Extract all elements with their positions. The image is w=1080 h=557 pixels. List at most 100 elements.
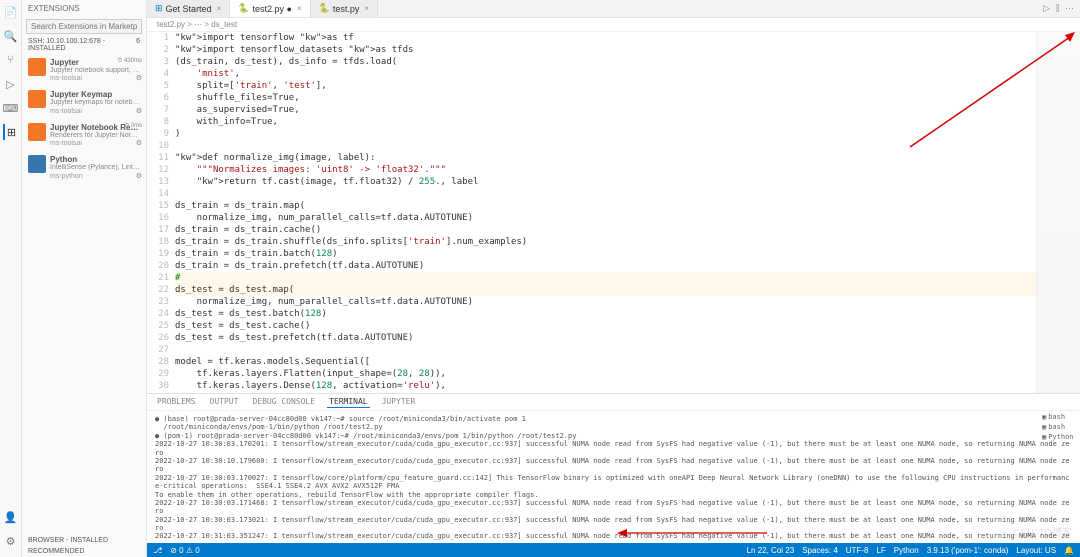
terminal-session[interactable]: ▣ bash: [1040, 412, 1080, 422]
extension-gear-icon[interactable]: ⚙: [136, 139, 142, 147]
activity-bar: 📄 🔍 ⑂ ▷ ⌨ ⊞ 👤 ⚙: [0, 0, 22, 557]
code-line[interactable]: "kw">import tensorflow "kw">as tf: [175, 32, 1080, 44]
code-line[interactable]: [175, 140, 1080, 152]
terminal-tab[interactable]: OUTPUT: [208, 396, 241, 408]
code-line[interactable]: tf.keras.layers.Dense(128, activation='r…: [175, 380, 1080, 392]
code-line[interactable]: normalize_img, num_parallel_calls=tf.dat…: [175, 212, 1080, 224]
status-item[interactable]: 3.9.13 ('pom-1': conda): [927, 546, 1009, 555]
split-editor-icon[interactable]: ⫿: [1056, 3, 1059, 14]
recommended-section[interactable]: RECOMMENDED: [22, 546, 146, 557]
extension-gear-icon[interactable]: ⚙: [136, 107, 142, 115]
editor-tab[interactable]: 🐍test.py×: [311, 0, 378, 17]
code-line[interactable]: ds_train = ds_train.cache(): [175, 224, 1080, 236]
status-item[interactable]: Ln 22, Col 23: [747, 546, 795, 555]
explorer-icon[interactable]: 📄: [3, 4, 19, 20]
run-debug-icon[interactable]: ▷: [3, 76, 19, 92]
editor-tab[interactable]: ⊞Get Started×: [147, 0, 230, 17]
terminal-panel: PROBLEMS OUTPUT DEBUG CONSOLE TERMINAL JUPYT…: [147, 393, 1080, 543]
terminal-line: 2022-10-27 10:30:03.170201: I tensorflow…: [155, 440, 1072, 457]
extension-publisher: ms-toolsai: [50, 75, 140, 82]
extension-item[interactable]: Python IntelliSense (Pylance), Linting, …: [22, 151, 146, 183]
code-line[interactable]: "kw">import tensorflow_datasets "kw">as …: [175, 44, 1080, 56]
extension-icon: [28, 90, 46, 108]
terminal-line: ● (pom-1) root@prada-server-04cc80d00 vk…: [155, 432, 1072, 440]
tab-label: Get Started: [166, 4, 212, 14]
status-item[interactable]: Layout: US: [1016, 546, 1056, 555]
extension-gear-icon[interactable]: ⚙: [136, 74, 142, 82]
code-line[interactable]: ds_test = ds_test.cache(): [175, 320, 1080, 332]
breadcrumb[interactable]: test2.py > ⋯ > ds_test: [147, 18, 1080, 32]
terminal-session[interactable]: ▣ Python: [1040, 432, 1080, 442]
code-line[interactable]: normalize_img, num_parallel_calls=tf.dat…: [175, 296, 1080, 308]
code-line[interactable]: with_info=True,: [175, 116, 1080, 128]
terminal-tab[interactable]: TERMINAL: [327, 396, 370, 408]
watermark: ©51CTO博客: [1013, 524, 1072, 539]
status-item[interactable]: Spaces: 4: [802, 546, 838, 555]
terminal-line: 2022-10-27 10:31:03.351247: I tensorflow…: [155, 532, 1072, 543]
extension-name: Jupyter Keymap: [50, 90, 140, 99]
status-item[interactable]: ⎇: [153, 546, 162, 555]
extension-gear-icon[interactable]: ⚙: [136, 172, 142, 180]
editor-tab[interactable]: 🐍test2.py ●×: [230, 0, 310, 17]
status-item[interactable]: LF: [876, 546, 885, 555]
extension-item[interactable]: Jupyter Jupyter notebook support, intera…: [22, 54, 146, 86]
close-icon[interactable]: ×: [297, 4, 302, 13]
python-icon: 🐍: [319, 3, 330, 14]
terminal-tab[interactable]: PROBLEMS: [155, 396, 198, 408]
extension-item[interactable]: Jupyter Keymap Jupyter keymaps for noteb…: [22, 86, 146, 118]
code-editor[interactable]: 1234567891011121314151617181920212223242…: [147, 32, 1080, 393]
installed-section[interactable]: SSH: 10.10.100.12:678 - INSTALLED6: [22, 36, 146, 54]
terminal-tab[interactable]: JUPYTER: [380, 396, 418, 408]
terminal-tab[interactable]: DEBUG CONSOLE: [250, 396, 317, 408]
status-item[interactable]: UTF-8: [846, 546, 869, 555]
search-icon[interactable]: 🔍: [3, 28, 19, 44]
code-line[interactable]: split=['train', 'test'],: [175, 80, 1080, 92]
code-line[interactable]: ds_train = ds_train.shuffle(ds_info.spli…: [175, 236, 1080, 248]
code-line[interactable]: ds_train = ds_train.prefetch(tf.data.AUT…: [175, 260, 1080, 272]
status-item[interactable]: 🔔: [1064, 546, 1074, 555]
extensions-sidebar: EXTENSIONS SSH: 10.10.100.12:678 - INSTA…: [22, 0, 147, 557]
minimap[interactable]: [1036, 32, 1080, 393]
gear-icon[interactable]: ⚙: [3, 533, 19, 549]
terminal-session[interactable]: ▣ bash: [1040, 422, 1080, 432]
status-item[interactable]: Python: [894, 546, 919, 555]
terminal-output[interactable]: ● (base) root@prada-server-04cc80d00 vk1…: [147, 411, 1080, 543]
code-line[interactable]: "kw">def normalize_img(image, label):: [175, 152, 1080, 164]
status-item[interactable]: ⊘ 0 ⚠ 0: [170, 546, 199, 555]
code-line[interactable]: ): [175, 128, 1080, 140]
extension-icon: [28, 58, 46, 76]
code-line[interactable]: tf.keras.layers.Flatten(input_shape=(28,…: [175, 368, 1080, 380]
code-line[interactable]: "kw">return tf.cast(image, tf.float32) /…: [175, 176, 1080, 188]
code-line[interactable]: ds_test = ds_test.map(: [175, 284, 1080, 296]
bash-icon: ▣: [1042, 423, 1046, 431]
extension-icon: [28, 123, 46, 141]
close-icon[interactable]: ×: [217, 4, 222, 13]
terminal-line: ● (base) root@prada-server-04cc80d00 vk1…: [155, 415, 1072, 423]
more-icon[interactable]: ⋯: [1065, 3, 1074, 14]
code-line[interactable]: ds_train = ds_train.batch(128): [175, 248, 1080, 260]
remote-icon[interactable]: ⌨: [3, 100, 19, 116]
extension-desc: Renderers for Jupyter Notebooks (w...: [50, 132, 140, 140]
code-line[interactable]: """Normalizes images: 'uint8' -> 'float3…: [175, 164, 1080, 176]
code-line[interactable]: [175, 344, 1080, 356]
code-line[interactable]: model = tf.keras.models.Sequential([: [175, 356, 1080, 368]
code-line[interactable]: ds_train = ds_train.map(: [175, 200, 1080, 212]
code-line[interactable]: 'mnist',: [175, 68, 1080, 80]
code-line[interactable]: [175, 188, 1080, 200]
code-line[interactable]: as_supervised=True,: [175, 104, 1080, 116]
sidebar-title: EXTENSIONS: [22, 0, 146, 17]
extensions-search-input[interactable]: [26, 19, 142, 34]
code-line[interactable]: ds_test = ds_test.prefetch(tf.data.AUTOT…: [175, 332, 1080, 344]
extension-item[interactable]: Jupyter Notebook Renderers Renderers for…: [22, 119, 146, 151]
scm-icon[interactable]: ⑂: [3, 52, 19, 68]
code-line[interactable]: #: [175, 272, 1080, 284]
browser-installed-section[interactable]: BROWSER - INSTALLED: [22, 535, 146, 546]
account-icon[interactable]: 👤: [3, 509, 19, 525]
code-line[interactable]: (ds_train, ds_test), ds_info = tfds.load…: [175, 56, 1080, 68]
code-line[interactable]: ds_test = ds_test.batch(128): [175, 308, 1080, 320]
extension-icon: [28, 155, 46, 173]
code-line[interactable]: shuffle_files=True,: [175, 92, 1080, 104]
close-icon[interactable]: ×: [364, 4, 369, 13]
extensions-icon[interactable]: ⊞: [3, 124, 19, 140]
run-icon[interactable]: ▷: [1043, 3, 1050, 14]
